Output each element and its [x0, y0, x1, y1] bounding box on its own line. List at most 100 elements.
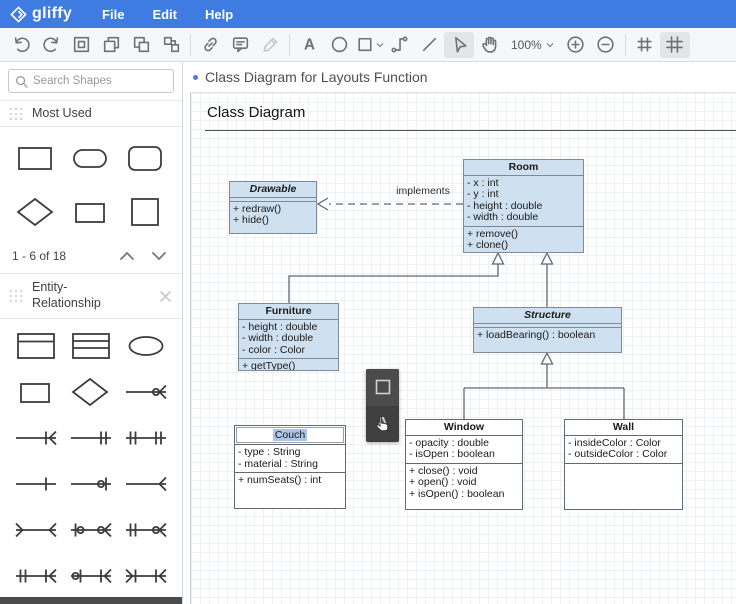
menu-edit[interactable]: Edit	[152, 7, 177, 22]
class-box-drawable[interactable]: Drawable + redraw() + hide()	[229, 181, 317, 234]
er-shape-entity[interactable]	[14, 330, 58, 362]
er-shape-rel-circle-tick[interactable]	[69, 468, 113, 500]
section-entity-relationship[interactable]: Entity-Relationship	[0, 273, 182, 319]
comment-button[interactable]	[225, 32, 255, 58]
section-most-used[interactable]: Most Used	[0, 100, 182, 127]
grid-toggle-icon	[666, 36, 684, 53]
diamond-icon	[71, 377, 109, 407]
drawing-area[interactable]: Class Diagram implements Drawable + redra…	[190, 92, 736, 604]
er-shape-rel-tick2-tick2[interactable]	[124, 422, 168, 454]
class-method: + hide()	[233, 214, 269, 226]
most-used-shape-diamond[interactable]	[14, 196, 58, 228]
rect-tool-button[interactable]	[354, 32, 384, 58]
line-tool-button[interactable]	[414, 32, 444, 58]
er-shape-rel-crowtick-tickcrow[interactable]	[124, 560, 168, 592]
er-shape-rel-crow[interactable]	[124, 468, 168, 500]
implements-arrowhead	[316, 197, 329, 211]
sidebar-scrollbar[interactable]	[0, 597, 182, 604]
class-box-room[interactable]: Room - x : int - y : int - height : double -…	[463, 159, 584, 253]
class-box-wall[interactable]: Wall - insideColor : Color - outsideColor …	[564, 419, 683, 510]
group-button[interactable]	[156, 32, 186, 58]
diamond-icon	[16, 197, 54, 227]
pointer-tool-button[interactable]	[444, 31, 474, 58]
class-box-furniture[interactable]: Furniture - height : double - width : doub…	[238, 303, 339, 371]
class-title: Window	[406, 420, 522, 436]
rel-tick-crow-icon	[15, 430, 57, 446]
structure-subclass-tree-connector[interactable]	[463, 364, 625, 419]
copy-button[interactable]	[96, 32, 126, 58]
er-shape-ellipse[interactable]	[124, 330, 168, 362]
er-shape-rel-tickcircle-circlecrow[interactable]	[69, 514, 113, 546]
ellipse-tool-button[interactable]	[324, 32, 354, 58]
class-box-structure[interactable]: Structure + loadBearing() : boolean	[473, 307, 622, 353]
class-methods-section: + close() : void + open() : void + isOpen(…	[406, 464, 522, 510]
generalization-arrowhead	[540, 251, 554, 265]
er-shape-rel-circle-crow[interactable]	[124, 376, 168, 408]
gliffy-logo[interactable]: gliffy	[10, 5, 72, 23]
class-box-window[interactable]: Window - opacity : double - isOpen : boole…	[405, 419, 523, 510]
rel-crow-crow-icon	[15, 522, 57, 538]
toolbar-separator	[624, 33, 626, 56]
implements-label[interactable]: implements	[396, 185, 450, 197]
search-shapes-input[interactable]	[33, 75, 167, 87]
link-button[interactable]	[195, 32, 225, 58]
er-shape-rel-tick2-circlecrow[interactable]	[124, 514, 168, 546]
class-attributes-section: - opacity : double - isOpen : boolean	[406, 436, 522, 464]
page-up-button[interactable]	[116, 247, 138, 265]
grid-toggle-button[interactable]	[659, 31, 690, 58]
close-section-button[interactable]	[159, 290, 172, 303]
class-title: Drawable	[230, 182, 316, 198]
undo-button[interactable]	[6, 32, 36, 58]
gliffy-logo-text: gliffy	[32, 5, 73, 22]
duplicate-icon	[133, 36, 149, 53]
pan-tool-icon	[481, 36, 496, 53]
most-used-shape-rounded-rectangle[interactable]	[124, 142, 168, 174]
er-shape-diamond[interactable]	[69, 376, 113, 408]
duplicate-button[interactable]	[126, 32, 156, 58]
title-edit-box[interactable]: Couch	[236, 427, 344, 443]
text-tool-button[interactable]: A	[294, 32, 324, 58]
most-used-shape-square[interactable]	[124, 196, 168, 228]
most-used-shape-stadium[interactable]	[69, 142, 113, 174]
er-shape-rel-circletick-tickcrow[interactable]	[69, 560, 113, 592]
link-icon	[203, 37, 217, 52]
zoom-in-button[interactable]	[561, 32, 591, 58]
er-shape-entity-attributes[interactable]	[69, 330, 113, 362]
er-shape-rel-tick-tick[interactable]	[69, 422, 113, 454]
menu-help[interactable]: Help	[205, 7, 233, 22]
paste-button[interactable]	[66, 32, 96, 58]
text-mode-button[interactable]: A	[366, 406, 399, 443]
er-shape-rel-tick[interactable]	[14, 468, 58, 500]
connector-tool-button[interactable]	[384, 32, 414, 58]
redo-button[interactable]	[36, 32, 66, 58]
class-attributes-section: - type : String - material : String	[235, 445, 345, 473]
format-painter-button[interactable]	[255, 32, 285, 58]
er-shape-rectangle-sm[interactable]	[14, 376, 58, 408]
search-shapes-box[interactable]	[8, 69, 174, 93]
menu-file[interactable]: File	[102, 7, 124, 22]
er-shape-rel-crow-crow[interactable]	[14, 514, 58, 546]
class-attribute: - width : double	[242, 332, 314, 344]
shapes-sidebar: Most Used 1 - 6 of 18 Entity-Relationshi…	[0, 62, 183, 604]
ellipse-tool-icon	[331, 36, 347, 53]
most-used-shape-rectangle-sm[interactable]	[69, 196, 113, 228]
furniture-room-connector[interactable]	[288, 264, 499, 303]
most-used-shape-rectangle[interactable]	[14, 142, 58, 174]
grid-snap-icon	[637, 37, 652, 52]
er-shape-rel-tick-crow[interactable]	[14, 422, 58, 454]
class-method: + open() : void	[409, 476, 477, 488]
pan-tool-button[interactable]	[474, 32, 504, 58]
zoom-out-button[interactable]	[591, 32, 621, 58]
page-down-button[interactable]	[148, 247, 170, 265]
class-box-couch[interactable]: Couch - type : String - material : String +…	[234, 425, 346, 509]
section-most-used-title: Most Used	[32, 105, 92, 120]
er-shape-rel-tick2-tickcrow[interactable]	[14, 560, 58, 592]
zoom-level-select[interactable]: 100%	[504, 32, 561, 58]
square-icon	[375, 379, 390, 395]
paste-icon	[73, 36, 89, 53]
grid-snap-button[interactable]	[630, 32, 660, 58]
shape-mode-button[interactable]	[366, 369, 399, 406]
group-icon	[163, 36, 179, 53]
document-title[interactable]: Class Diagram for Layouts Function	[205, 69, 428, 85]
chevron-up-icon	[120, 251, 134, 260]
